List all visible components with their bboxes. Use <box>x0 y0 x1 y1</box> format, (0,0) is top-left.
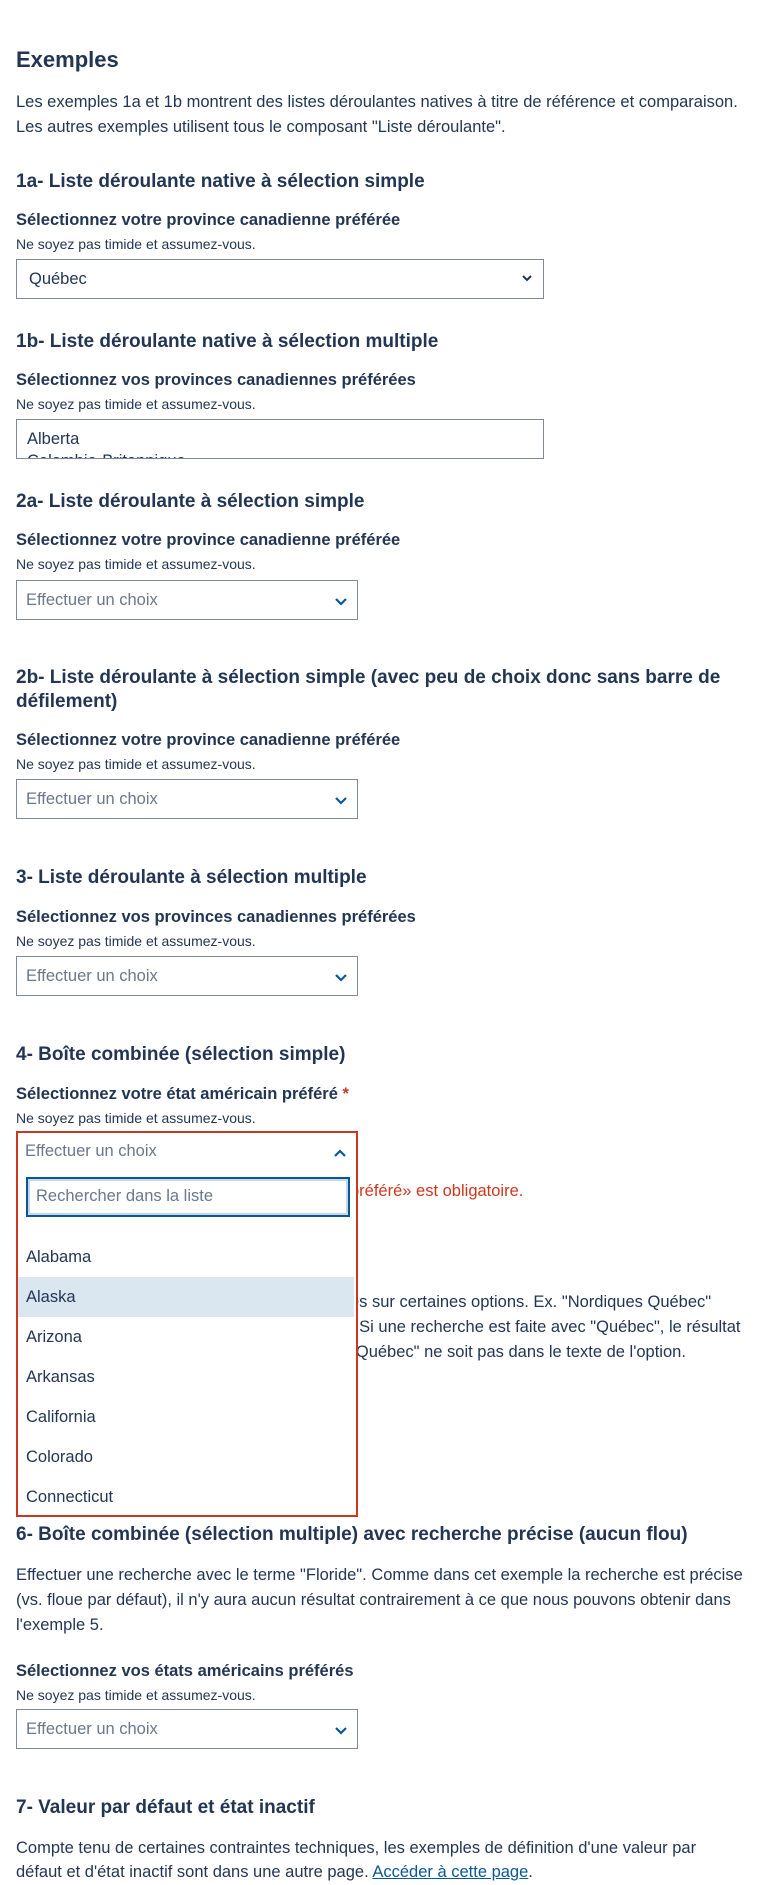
example-7-desc-text: défaut et d'état inactif sont dans une a… <box>16 1863 373 1881</box>
chevron-down-icon <box>335 797 347 805</box>
combobox-option[interactable]: Connecticut <box>18 1477 354 1517</box>
example-6-hint: Ne soyez pas timide et assumez-vous. <box>16 1687 256 1703</box>
example-1b-title: 1b- Liste déroulante native à sélection … <box>16 331 439 352</box>
other-page-link[interactable]: Accéder à cette page <box>372 1863 528 1881</box>
example-6-desc-line-2: (vs. floue par défaut), il n'y aura aucu… <box>16 1591 731 1609</box>
example-3-title: 3- Liste déroulante à sélection multiple <box>16 867 367 888</box>
example-2a-title: 2a- Liste déroulante à sélection simple <box>16 491 365 512</box>
example-2a-label: Sélectionnez votre province canadienne p… <box>16 531 401 549</box>
chevron-up-icon <box>334 1149 346 1157</box>
example-1a-hint: Ne soyez pas timide et assumez-vous. <box>16 236 256 252</box>
example-4-title: 4- Boîte combinée (sélection simple) <box>16 1044 346 1065</box>
combobox-option[interactable]: Colorado <box>18 1437 354 1477</box>
dropdown-2a[interactable]: Effectuer un choix <box>16 580 358 620</box>
combobox-option[interactable]: Arizona <box>18 1317 354 1357</box>
native-multi-option[interactable]: Colombie-Britannique <box>17 450 543 458</box>
required-marker: * <box>342 1085 349 1103</box>
chevron-down-icon <box>335 974 347 982</box>
example-5-text-line-2: . Si une recherche est faite avec "Québe… <box>350 1318 741 1336</box>
intro-line-1: Les exemples 1a et 1b montrent des liste… <box>16 93 738 111</box>
example-2b-label: Sélectionnez votre province canadienne p… <box>16 731 401 749</box>
example-1b-label: Sélectionnez vos provinces canadiennes p… <box>16 371 416 389</box>
example-3-hint: Ne soyez pas timide et assumez-vous. <box>16 933 256 949</box>
combobox-option[interactable]: Arkansas <box>18 1357 354 1397</box>
example-2a-hint: Ne soyez pas timide et assumez-vous. <box>16 556 256 572</box>
example-6-title: 6- Boîte combinée (sélection multiple) a… <box>16 1524 688 1545</box>
native-select-value: Québec <box>29 270 87 288</box>
search-placeholder: Rechercher dans la liste <box>36 1187 214 1205</box>
native-multi-select[interactable]: Alberta Colombie-Britannique <box>16 419 544 459</box>
combobox-6[interactable]: Effectuer un choix <box>16 1709 358 1749</box>
combobox-header[interactable]: Effectuer un choix <box>18 1133 356 1173</box>
example-6-desc-line-3: l'exemple 5. <box>16 1616 104 1634</box>
combobox-search-input[interactable]: Rechercher dans la liste <box>26 1177 350 1217</box>
example-2b-title-line-1: 2b- Liste déroulante à sélection simple … <box>16 667 721 688</box>
example-2b-title: 2b- Liste déroulante à sélection simple … <box>16 666 736 714</box>
combobox-option-highlighted[interactable]: Alaska <box>18 1277 354 1317</box>
example-5-text-line-1: és sur certaines options. Ex. "Nordiques… <box>350 1293 712 1311</box>
dropdown-placeholder: Effectuer un choix <box>26 591 158 609</box>
example-5-text-line-3: "Québec" ne soit pas dans le texte de l'… <box>350 1343 686 1361</box>
example-1a-title: 1a- Liste déroulante native à sélection … <box>16 171 425 192</box>
dropdown-placeholder: Effectuer un choix <box>26 967 158 985</box>
example-4-hint: Ne soyez pas timide et assumez-vous. <box>16 1110 256 1126</box>
dropdown-2b[interactable]: Effectuer un choix <box>16 779 358 819</box>
example-7-title: 7- Valeur par défaut et état inactif <box>16 1797 315 1818</box>
combobox-option[interactable]: Alabama <box>18 1237 354 1277</box>
chevron-down-icon <box>335 1727 347 1735</box>
example-6-desc-line-1: Effectuer une recherche avec le terme "F… <box>16 1566 743 1584</box>
period: . <box>528 1863 533 1881</box>
dropdown-placeholder: Effectuer un choix <box>26 790 158 808</box>
chevron-down-icon <box>335 598 347 606</box>
example-4-label: Sélectionnez votre état américain préfér… <box>16 1085 349 1104</box>
example-6-label: Sélectionnez vos états américains préfér… <box>16 1662 354 1680</box>
example-7-desc-line-1: Compte tenu de certaines contraintes tec… <box>16 1839 697 1857</box>
combobox-4-open[interactable]: Effectuer un choix Rechercher dans la li… <box>16 1131 358 1517</box>
example-2b-title-line-2: défilement) <box>16 691 118 712</box>
native-single-select[interactable]: Québec <box>16 259 544 299</box>
example-2b-hint: Ne soyez pas timide et assumez-vous. <box>16 756 256 772</box>
example-3-label: Sélectionnez vos provinces canadiennes p… <box>16 908 416 926</box>
combobox-placeholder: Effectuer un choix <box>26 1720 158 1738</box>
chevron-down-icon <box>522 275 532 282</box>
example-1b-hint: Ne soyez pas timide et assumez-vous. <box>16 396 256 412</box>
example-4-label-text: Sélectionnez votre état américain préfér… <box>16 1085 338 1103</box>
intro-line-2: Les autres exemples utilisent tous le co… <box>16 118 506 136</box>
example-1a-label: Sélectionnez votre province canadienne p… <box>16 211 401 229</box>
combobox-option-list: Alabama Alaska Arizona Arkansas Californ… <box>18 1237 354 1517</box>
dropdown-3[interactable]: Effectuer un choix <box>16 956 358 996</box>
combobox-option[interactable]: California <box>18 1397 354 1437</box>
page-heading: Exemples <box>16 47 119 72</box>
combobox-placeholder: Effectuer un choix <box>25 1142 157 1160</box>
native-multi-option[interactable]: Alberta <box>17 420 543 450</box>
error-message: préféré» est obligatoire. <box>350 1182 524 1200</box>
example-7-desc-line-2: défaut et d'état inactif sont dans une a… <box>16 1860 756 1885</box>
